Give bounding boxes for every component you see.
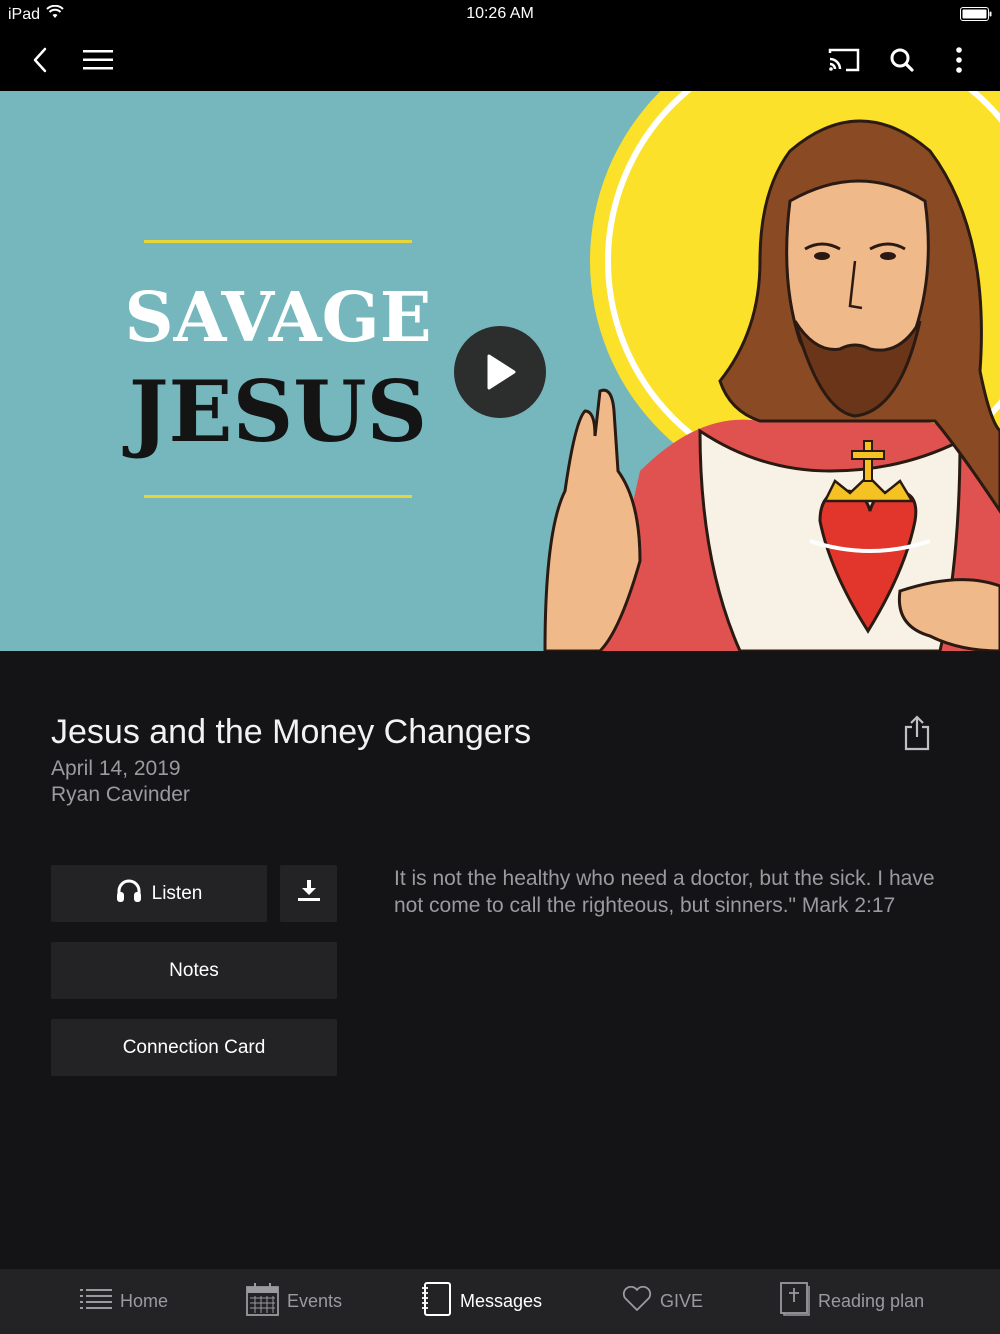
more-options-icon[interactable] — [939, 40, 979, 80]
sermon-speaker: Ryan Cavinder — [51, 783, 190, 806]
list-icon — [80, 1288, 112, 1315]
play-icon — [483, 353, 517, 391]
sermon-title: Jesus and the Money Changers — [51, 713, 532, 751]
tab-home[interactable]: Home — [80, 1269, 168, 1334]
status-bar: iPad 10:26 AM — [0, 0, 1000, 28]
tab-home-label: Home — [120, 1291, 169, 1311]
sermon-date: April 14, 2019 — [51, 757, 181, 780]
back-icon[interactable] — [20, 40, 60, 80]
download-button[interactable] — [280, 865, 337, 922]
heart-icon — [622, 1285, 652, 1317]
tab-messages[interactable]: Messages — [420, 1269, 542, 1334]
sermon-artwork[interactable]: SAVAGE JESUS — [0, 91, 1000, 651]
share-icon[interactable] — [900, 713, 934, 753]
notebook-icon — [420, 1282, 452, 1321]
tab-give-label: GIVE — [660, 1291, 704, 1311]
cast-icon[interactable] — [824, 40, 864, 80]
artwork-title-line1: SAVAGE — [124, 278, 431, 358]
scripture-quote: It is not the healthy who need a doctor,… — [394, 867, 935, 917]
tab-reading-plan[interactable]: Reading plan — [780, 1269, 924, 1334]
play-button[interactable] — [454, 326, 546, 418]
search-icon[interactable] — [882, 40, 922, 80]
battery-icon — [960, 7, 992, 21]
download-icon — [297, 879, 321, 908]
artwork-title-line2: JESUS — [122, 362, 427, 461]
tab-events[interactable]: Events — [246, 1269, 342, 1334]
tab-give[interactable]: GIVE — [622, 1269, 703, 1334]
sermon-details: Jesus and the Money Changers April 14, 2… — [0, 651, 1000, 1269]
status-time: 10:26 AM — [466, 5, 534, 22]
bible-icon — [780, 1282, 810, 1321]
listen-label: Listen — [151, 882, 203, 904]
listen-button[interactable]: Listen — [51, 865, 267, 922]
calendar-icon — [246, 1282, 279, 1321]
tab-events-label: Events — [287, 1291, 343, 1311]
notes-button[interactable]: Notes — [51, 942, 337, 999]
nav-bar — [0, 28, 1000, 91]
menu-icon[interactable] — [78, 40, 118, 80]
tab-reading-plan-label: Reading plan — [818, 1291, 925, 1311]
tab-messages-label: Messages — [460, 1291, 543, 1311]
headphones-icon — [116, 879, 142, 909]
tab-bar: Home Events Messages GIVE Reading plan — [0, 1269, 1000, 1334]
connection-card-button[interactable]: Connection Card — [51, 1019, 337, 1076]
